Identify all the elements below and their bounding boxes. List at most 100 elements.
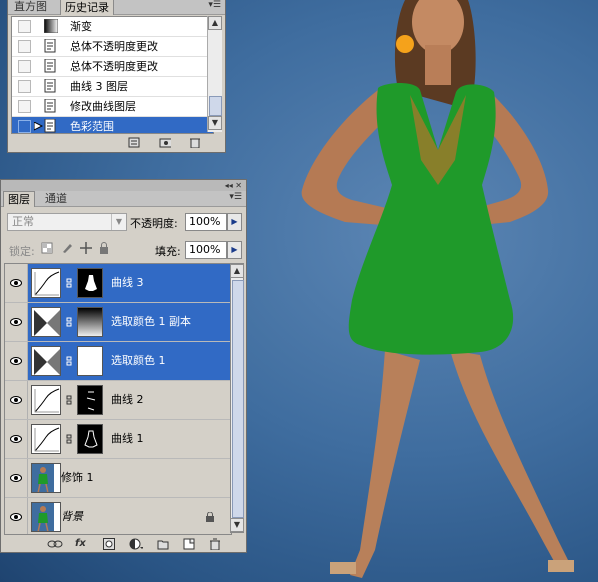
- visibility-toggle[interactable]: [5, 498, 28, 534]
- lock-transparent-pixels-icon[interactable]: [41, 242, 53, 254]
- scroll-thumb[interactable]: [232, 280, 244, 518]
- history-item[interactable]: 总体不透明度更改: [12, 37, 213, 57]
- layer-name[interactable]: 曲线 3: [111, 276, 144, 290]
- history-item[interactable]: 曲线 3 图层: [12, 77, 213, 97]
- history-item[interactable]: 修改曲线图层: [12, 97, 213, 117]
- eye-icon: [10, 513, 22, 521]
- new-snapshot-icon[interactable]: [159, 137, 171, 148]
- layer-row[interactable]: 曲线 3: [5, 264, 231, 303]
- layer-mask-thumbnail[interactable]: [77, 385, 103, 415]
- selective-color-adjustment-icon: [31, 307, 61, 337]
- layer-name[interactable]: 选取颜色 1: [111, 354, 166, 368]
- history-state-icon: [44, 119, 56, 133]
- fx-icon[interactable]: fx: [75, 538, 86, 550]
- blend-mode-select[interactable]: 正常 ▼: [7, 213, 127, 231]
- image-layer-thumbnail: [31, 463, 61, 493]
- lock-all-icon[interactable]: [98, 242, 110, 254]
- layers-list: 曲线 3 选取颜色 1 副本 选取颜色 1 曲线 2 曲线 1 修饰 1 背景: [4, 263, 232, 535]
- new-layer-icon[interactable]: [183, 538, 195, 550]
- history-state-icon: [44, 99, 56, 113]
- mask-link-icon[interactable]: [65, 278, 73, 288]
- eye-icon: [10, 279, 22, 287]
- delete-state-icon[interactable]: [189, 137, 201, 148]
- layer-mask-thumbnail[interactable]: [77, 268, 103, 298]
- visibility-toggle[interactable]: [5, 381, 28, 419]
- history-item-label: 曲线 3 图层: [70, 80, 128, 93]
- panel-collapse-icon[interactable]: ◂◂ ✕: [225, 181, 242, 190]
- snapshot-checkbox[interactable]: [18, 20, 31, 33]
- mask-link-icon[interactable]: [65, 395, 73, 405]
- mask-link-icon[interactable]: [65, 356, 73, 366]
- scroll-down-icon[interactable]: ▼: [230, 518, 244, 532]
- panel-menu-icon[interactable]: ▾☰: [208, 0, 221, 10]
- eye-icon: [10, 357, 22, 365]
- lock-position-icon[interactable]: [80, 242, 92, 254]
- layer-row[interactable]: 修饰 1: [5, 459, 231, 498]
- new-document-from-state-icon[interactable]: [128, 137, 140, 148]
- new-group-icon[interactable]: [157, 538, 169, 550]
- chevron-down-icon[interactable]: ▼: [111, 214, 126, 230]
- layer-name[interactable]: 背景: [61, 510, 83, 524]
- layer-name[interactable]: 曲线 1: [111, 432, 144, 446]
- delete-layer-icon[interactable]: [209, 538, 221, 550]
- layer-mask-thumbnail[interactable]: [77, 307, 103, 337]
- layer-name[interactable]: 修饰 1: [61, 471, 94, 485]
- visibility-toggle[interactable]: [5, 303, 28, 341]
- fill-input[interactable]: 100%: [185, 241, 227, 259]
- link-layers-icon[interactable]: [47, 538, 63, 550]
- history-state-icon: [44, 59, 56, 73]
- snapshot-checkbox[interactable]: [18, 80, 31, 93]
- panel-menu-icon[interactable]: ▾☰: [229, 192, 242, 202]
- layer-name[interactable]: 选取颜色 1 副本: [111, 315, 191, 329]
- scroll-up-icon[interactable]: ▲: [230, 264, 244, 278]
- snapshot-checkbox[interactable]: [18, 40, 31, 53]
- history-state-marker-icon: [34, 122, 43, 131]
- visibility-toggle[interactable]: [5, 342, 28, 380]
- history-scrollbar[interactable]: ▲ ▼: [207, 16, 222, 132]
- layer-row[interactable]: 选取颜色 1 副本: [5, 303, 231, 342]
- layers-scrollbar[interactable]: ▲ ▼: [230, 263, 244, 533]
- eye-icon: [10, 396, 22, 404]
- layer-row[interactable]: 背景: [5, 498, 231, 534]
- tab-layers[interactable]: 图层: [3, 191, 35, 207]
- fill-slider-button[interactable]: ▶: [227, 241, 242, 259]
- layer-row[interactable]: 选取颜色 1: [5, 342, 231, 381]
- eye-icon: [10, 318, 22, 326]
- add-mask-icon[interactable]: [103, 538, 115, 550]
- history-item-selected[interactable]: 色彩范围: [12, 117, 213, 133]
- scroll-up-icon[interactable]: ▲: [208, 16, 222, 30]
- history-panel: 直方图 历史记录 ▾☰ 渐变 总体不透明度更改 总体不透明度更改 曲线 3 图层: [7, 0, 226, 153]
- adjustment-layer-icon[interactable]: [129, 538, 143, 550]
- tab-history[interactable]: 历史记录: [60, 0, 114, 15]
- scroll-down-icon[interactable]: ▼: [208, 116, 222, 130]
- history-tab-bar: 直方图 历史记录 ▾☰: [8, 0, 225, 15]
- opacity-input[interactable]: 100%: [185, 213, 227, 231]
- layers-tab-bar: 图层 通道 ▾☰: [1, 191, 246, 207]
- curves-adjustment-icon: [31, 424, 61, 454]
- history-item[interactable]: 总体不透明度更改: [12, 57, 213, 77]
- layer-mask-thumbnail[interactable]: [77, 346, 103, 376]
- tab-histogram[interactable]: 直方图: [10, 0, 51, 14]
- mask-link-icon[interactable]: [65, 317, 73, 327]
- layer-row[interactable]: 曲线 2: [5, 381, 231, 420]
- eye-icon: [10, 435, 22, 443]
- gradient-icon: [44, 19, 58, 33]
- scroll-thumb[interactable]: [209, 96, 222, 116]
- opacity-slider-button[interactable]: ▶: [227, 213, 242, 231]
- tab-channels[interactable]: 通道: [41, 191, 71, 206]
- history-item-label: 渐变: [70, 20, 92, 33]
- history-item-label: 修改曲线图层: [70, 100, 136, 113]
- visibility-toggle[interactable]: [5, 459, 28, 497]
- history-item[interactable]: 渐变: [12, 17, 213, 37]
- visibility-toggle[interactable]: [5, 264, 28, 302]
- snapshot-checkbox[interactable]: [18, 100, 31, 113]
- lock-image-pixels-icon[interactable]: [61, 242, 73, 254]
- layer-mask-thumbnail[interactable]: [77, 424, 103, 454]
- snapshot-checkbox[interactable]: [18, 120, 31, 133]
- layer-name[interactable]: 曲线 2: [111, 393, 144, 407]
- mask-link-icon[interactable]: [65, 434, 73, 444]
- visibility-toggle[interactable]: [5, 420, 28, 458]
- snapshot-checkbox[interactable]: [18, 60, 31, 73]
- layer-row[interactable]: 曲线 1: [5, 420, 231, 459]
- lock-icon: [206, 512, 214, 522]
